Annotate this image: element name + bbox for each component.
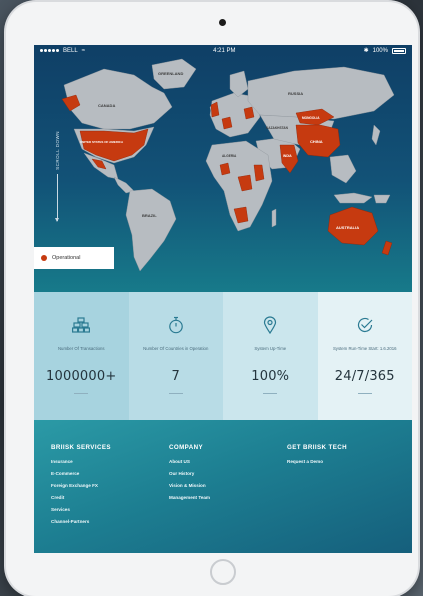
footer-col-services: BRIISK SERVICES Insurance E-Commerce For… — [51, 444, 169, 553]
scroll-down-hint[interactable]: SCROLL DOWN — [52, 131, 62, 223]
tablet-screen: BELL ≈ 4:21 PM ✱ 100% GREENLAND CANADA U… — [34, 45, 412, 553]
stat-value: 24/7/365 — [334, 369, 395, 384]
map-label-usa: UNITED STATES OF AMERICA — [80, 140, 124, 144]
stat-transactions: Number Of Transactions 1000000+ — [34, 292, 129, 420]
map-south-america — [125, 188, 177, 272]
footer-link-request-demo[interactable]: Request a Demo — [287, 459, 405, 464]
stat-label: Number Of Countries in Operation — [143, 346, 209, 351]
battery-icon — [391, 47, 406, 54]
battery-percent: 100% — [372, 47, 388, 54]
map-operational-europe-2 — [243, 106, 255, 120]
stat-divider — [357, 393, 372, 394]
arrow-down-icon — [54, 173, 59, 223]
stat-value: 7 — [171, 369, 180, 384]
wifi-icon: ≈ — [81, 47, 85, 54]
footer-link-channel-partners[interactable]: Channel-Partners — [51, 519, 169, 524]
map-label-china: CHINA — [310, 139, 323, 144]
stat-label: System Up-Time — [254, 346, 287, 351]
footer-link-credit[interactable]: Credit — [51, 495, 169, 500]
signal-icon — [40, 49, 59, 52]
location-pin-icon — [263, 316, 277, 334]
stat-divider — [263, 393, 278, 394]
map-scandinavia — [229, 70, 249, 98]
footer-heading: BRIISK SERVICES — [51, 444, 111, 451]
map-madagascar — [271, 208, 277, 228]
footer-col-company: COMPANY About US Our History Vision & Mi… — [169, 444, 287, 553]
check-circle-icon — [356, 316, 374, 334]
status-bar: BELL ≈ 4:21 PM ✱ 100% — [34, 45, 412, 56]
status-time: 4:21 PM — [213, 47, 236, 54]
map-legend: Operational — [34, 247, 114, 269]
map-label-canada: CANADA — [98, 103, 115, 108]
bluetooth-icon: ✱ — [363, 48, 369, 54]
carrier-name: BELL — [63, 47, 78, 54]
footer-link-ecommerce[interactable]: E-Commerce — [51, 471, 169, 476]
site-footer: BRIISK SERVICES Insurance E-Commerce For… — [34, 420, 412, 553]
footer-heading: COMPANY — [169, 444, 203, 451]
map-label-india: INDIA — [283, 154, 292, 158]
stat-countries: Number Of Countries in Operation 7 — [128, 292, 223, 420]
map-label-algeria: ALGERIA — [222, 154, 237, 158]
footer-link-history[interactable]: Our History — [169, 471, 287, 476]
map-operational-nz — [381, 240, 393, 256]
stat-uptime: System Up-Time 100% — [223, 292, 318, 420]
map-label-brazil: BRAZIL — [142, 213, 157, 218]
map-se-asia — [329, 154, 357, 184]
stat-label: Number Of Transactions — [57, 346, 105, 351]
map-central-america — [113, 176, 135, 194]
stat-divider — [168, 393, 183, 394]
stats-row: Number Of Transactions 1000000+ Number O… — [34, 292, 412, 420]
map-operational-europe-1 — [221, 116, 233, 130]
footer-col-tech: GET BRIISK TECH Request a Demo — [287, 444, 405, 553]
map-label-australia: AUSTRALIA — [336, 225, 359, 230]
map-operational-africa-west — [219, 162, 231, 176]
scroll-down-label: SCROLL DOWN — [54, 131, 60, 170]
front-camera — [219, 19, 226, 26]
stat-label: System Run-Time Start: 1.6.2016 — [332, 346, 397, 351]
home-button[interactable] — [210, 559, 236, 585]
map-label-mongolia: MONGOLIA — [302, 116, 320, 120]
stat-divider — [74, 393, 89, 394]
map-label-greenland: GREENLAND — [158, 71, 183, 76]
footer-link-fx[interactable]: Foreign Exchange FX — [51, 483, 169, 488]
footer-link-vision[interactable]: Vision & Mission — [169, 483, 287, 488]
footer-link-services[interactable]: Services — [51, 507, 169, 512]
map-label-russia: RUSSIA — [288, 91, 303, 96]
tablet-device: BELL ≈ 4:21 PM ✱ 100% GREENLAND CANADA U… — [6, 2, 418, 596]
footer-link-about[interactable]: About US — [169, 459, 287, 464]
footer-link-insurance[interactable]: Insurance — [51, 459, 169, 464]
stat-value: 100% — [251, 369, 290, 384]
stat-runtime: System Run-Time Start: 1.6.2016 24/7/365 — [317, 292, 412, 420]
legend-label: Operational — [52, 255, 81, 261]
stat-value: 1000000+ — [46, 369, 117, 384]
stack-icon — [72, 316, 91, 334]
map-operational-africa-east — [253, 164, 265, 182]
legend-dot-icon — [41, 255, 47, 261]
map-label-kazakhstan: KAZAKHSTAN — [266, 126, 289, 130]
footer-heading: GET BRIISK TECH — [287, 444, 347, 451]
world-map-panel: GREENLAND CANADA UNITED STATES OF AMERIC… — [34, 45, 412, 292]
stopwatch-icon — [168, 316, 184, 334]
map-png — [373, 194, 391, 204]
footer-link-management[interactable]: Management Team — [169, 495, 287, 500]
map-japan — [371, 124, 381, 146]
map-indonesia — [333, 192, 373, 204]
